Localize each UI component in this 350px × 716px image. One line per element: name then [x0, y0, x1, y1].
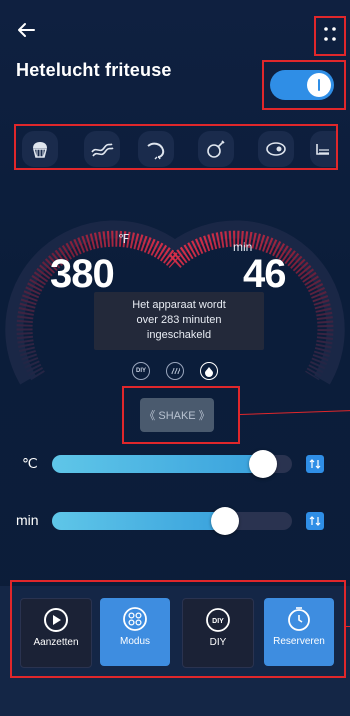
- menu-highlight-box: [314, 16, 346, 56]
- bottom-annotation-line: [346, 626, 350, 627]
- toggle-highlight-box: [262, 60, 346, 110]
- nav-diy-button[interactable]: DIY DIY: [182, 598, 254, 668]
- mode-chicken-leg-icon[interactable]: [198, 131, 234, 167]
- temperature-value: 380: [50, 252, 115, 296]
- time-slider-label: min: [16, 512, 39, 528]
- mode-steak-icon[interactable]: [258, 131, 294, 167]
- nav-reserveren-button[interactable]: Reserveren: [264, 598, 334, 666]
- time-slider-fill: [52, 512, 225, 530]
- schedule-tooltip: Het apparaat wordt over 283 minuten inge…: [94, 292, 264, 350]
- page-title: Hetelucht friteuse: [16, 60, 172, 80]
- nav-aanzetten-button[interactable]: Aanzetten: [20, 598, 92, 668]
- mode-bacon-icon[interactable]: [84, 131, 120, 167]
- diy-nav-icon: DIY: [206, 608, 230, 632]
- tooltip-line-1: Het apparaat wordt: [132, 299, 226, 311]
- temperature-unit: ℉: [118, 232, 130, 246]
- play-icon: [44, 608, 68, 632]
- temp-slider-label: ℃: [22, 455, 38, 471]
- shake-highlight-box: [122, 386, 240, 444]
- diy-icon: DIY: [132, 362, 150, 380]
- temp-slider-fill: [52, 455, 263, 473]
- temp-slider-thumb[interactable]: [249, 450, 277, 478]
- shake-annotation-line: [239, 410, 350, 415]
- time-adjust-button[interactable]: [306, 512, 324, 530]
- nav-reserveren-label: Reserveren: [273, 636, 325, 647]
- temp-adjust-button[interactable]: [306, 455, 324, 473]
- nav-modus-button[interactable]: Modus: [100, 598, 170, 666]
- mode-fries-icon[interactable]: [310, 131, 336, 167]
- nav-aanzetten-label: Aanzetten: [33, 637, 79, 648]
- time-slider[interactable]: [52, 507, 292, 535]
- time-slider-thumb[interactable]: [211, 507, 239, 535]
- time-value: 46: [243, 252, 286, 296]
- nav-modus-label: Modus: [119, 636, 150, 647]
- flame-icon: [200, 362, 218, 380]
- app-screen: Hetelucht friteuse ℉ min 380 46 Het appa…: [0, 0, 350, 716]
- grid-icon: [123, 607, 147, 631]
- temp-slider[interactable]: [52, 450, 292, 478]
- mode-cupcake-icon[interactable]: [22, 131, 58, 167]
- tooltip-line-3: ingeschakeld: [146, 329, 212, 341]
- mode-shrimp-icon[interactable]: [138, 131, 174, 167]
- timer-icon: [288, 607, 310, 631]
- back-arrow-icon[interactable]: [14, 18, 38, 42]
- tooltip-line-2: over 283 minuten: [136, 314, 222, 326]
- status-icons: DIY: [132, 362, 222, 380]
- steam-icon: [166, 362, 184, 380]
- svg-text:DIY: DIY: [212, 618, 224, 625]
- nav-diy-label: DIY: [209, 637, 227, 648]
